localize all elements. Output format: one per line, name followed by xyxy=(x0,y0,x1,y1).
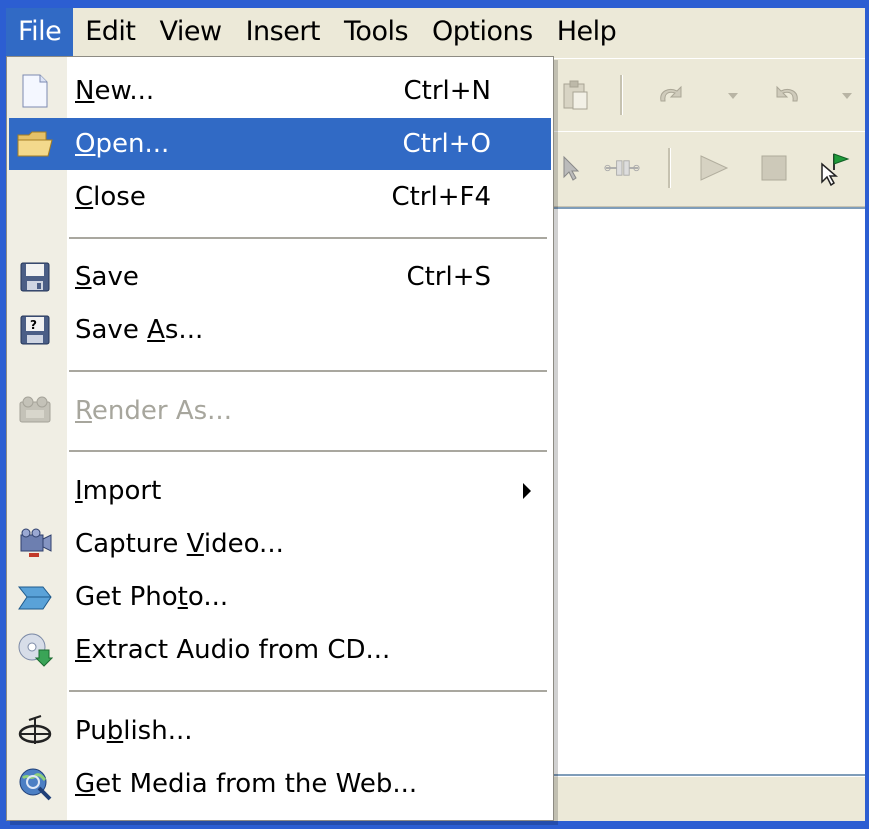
menu-item-label: Save As... xyxy=(75,315,204,345)
select-icon[interactable] xyxy=(552,150,588,186)
web-media-icon xyxy=(15,764,55,804)
menu-item-label: Get Photo... xyxy=(75,582,229,612)
menu-item-publish[interactable]: Publish... xyxy=(9,705,551,757)
menu-options[interactable]: Options xyxy=(420,8,545,56)
menu-item-label: Capture Video... xyxy=(75,529,284,559)
stop-icon[interactable] xyxy=(756,150,792,186)
paste-icon[interactable] xyxy=(558,77,594,113)
menu-item-label: Extract Audio from CD... xyxy=(75,635,391,665)
menu-separator xyxy=(69,237,547,240)
menu-item-close[interactable]: Close Ctrl+F4 xyxy=(9,171,551,223)
submenu-arrow-icon xyxy=(523,483,531,499)
shortcut-label: Ctrl+N xyxy=(403,76,492,106)
menu-item-new[interactable]: New... Ctrl+N xyxy=(9,65,551,117)
menu-separator xyxy=(69,690,547,693)
menu-edit[interactable]: Edit xyxy=(73,8,147,56)
cd-extract-icon xyxy=(15,630,55,670)
open-folder-icon xyxy=(15,124,55,164)
menu-item-label: Import xyxy=(75,476,162,506)
shortcut-label: Ctrl+O xyxy=(402,129,491,159)
svg-text:?: ? xyxy=(30,318,37,332)
menu-tools[interactable]: Tools xyxy=(332,8,420,56)
undo-dropdown-icon[interactable] xyxy=(728,93,738,99)
menu-item-save[interactable]: Save Ctrl+S xyxy=(9,251,551,303)
shortcut-label: Ctrl+S xyxy=(406,262,491,292)
flag-cursor-icon[interactable] xyxy=(816,150,852,186)
menu-item-label: Render As... xyxy=(75,396,232,426)
menu-item-label: Close xyxy=(75,182,146,212)
window-frame-bottom xyxy=(0,821,869,829)
menu-item-get-photo[interactable]: Get Photo... xyxy=(9,571,551,623)
menu-item-get-media-web[interactable]: Get Media from the Web... xyxy=(9,758,551,810)
menu-item-capture-video[interactable]: Capture Video... xyxy=(9,518,551,570)
menu-separator xyxy=(69,370,547,373)
render-icon xyxy=(15,391,55,431)
menu-item-label: Publish... xyxy=(75,716,193,746)
menu-help[interactable]: Help xyxy=(545,8,629,56)
scanner-icon xyxy=(15,577,55,617)
menu-item-extract-audio[interactable]: Extract Audio from CD... xyxy=(9,624,551,676)
window-frame-top xyxy=(0,0,869,8)
app-window: File Edit View Insert Tools Options Help xyxy=(0,0,869,829)
redo-dropdown-icon[interactable] xyxy=(842,93,852,99)
menu-insert[interactable]: Insert xyxy=(234,8,332,56)
menu-separator xyxy=(69,450,547,453)
menu-item-open[interactable]: Open... Ctrl+O xyxy=(9,118,551,170)
menu-item-import[interactable]: Import xyxy=(9,465,551,517)
file-menu-dropdown: New... Ctrl+N Open... Ctrl+O Close Ctrl+… xyxy=(6,56,554,821)
save-disk-icon xyxy=(15,257,55,297)
menu-file[interactable]: File xyxy=(6,8,74,56)
menu-item-label: Save xyxy=(75,262,139,292)
menu-view[interactable]: View xyxy=(147,8,233,56)
play-icon[interactable] xyxy=(696,150,732,186)
undo-icon[interactable] xyxy=(652,77,688,113)
menu-item-save-as[interactable]: ? Save As... xyxy=(9,304,551,356)
shortcut-label: Ctrl+F4 xyxy=(391,182,491,212)
menu-item-label: New... xyxy=(75,76,155,106)
redo-icon[interactable] xyxy=(770,77,806,113)
menubar: File Edit View Insert Tools Options Help xyxy=(6,8,865,56)
toolbar-separator xyxy=(668,148,671,188)
new-document-icon xyxy=(15,71,55,111)
toolbar-separator xyxy=(620,75,623,115)
capture-video-icon xyxy=(15,524,55,564)
save-as-disk-icon: ? xyxy=(15,310,55,350)
menu-item-label: Open... xyxy=(75,129,170,159)
split-icon[interactable] xyxy=(604,150,640,186)
menu-item-render-as: Render As... xyxy=(9,385,551,437)
publish-icon xyxy=(15,711,55,751)
menu-item-label: Get Media from the Web... xyxy=(75,769,418,799)
